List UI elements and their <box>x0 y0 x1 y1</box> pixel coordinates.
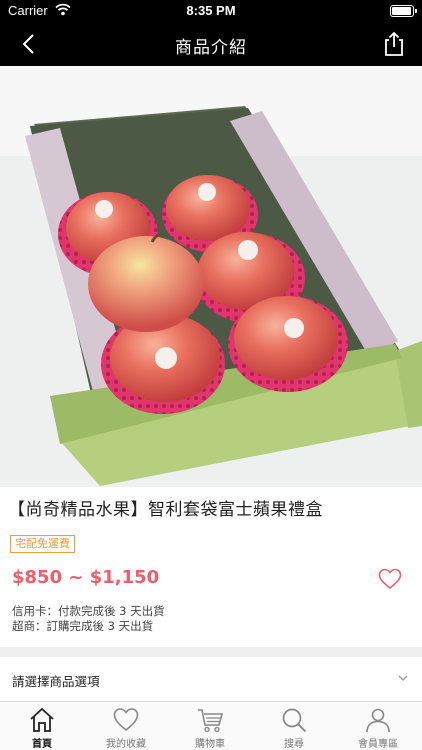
share-icon[interactable] <box>380 30 408 58</box>
nav-bar: 商品介紹 <box>0 22 422 66</box>
price-range: $850 ~ $1,150 <box>12 567 160 588</box>
tab-member[interactable]: 會員專區 <box>336 706 420 750</box>
free-shipping-badge: 宅配免運費 <box>10 535 75 553</box>
status-time: 8:35 PM <box>186 3 236 18</box>
product-options-selector[interactable]: 請選擇商品選項 <box>0 657 422 701</box>
tab-favorites[interactable]: 我的收藏 <box>84 706 168 750</box>
tab-label-search: 搜尋 <box>284 739 304 750</box>
shipping-note-credit: 信用卡：付款完成後 3 天出貨 <box>12 604 165 618</box>
home-icon <box>30 707 54 732</box>
user-icon <box>366 708 390 733</box>
cart-icon <box>198 709 224 733</box>
chevron-down-icon <box>398 675 408 681</box>
tab-bar: 首頁 我的收藏 購物車 搜尋 會員專區 <box>0 701 422 750</box>
tab-label-member: 會員專區 <box>358 739 398 750</box>
section-divider <box>0 647 422 657</box>
favorite-heart-icon[interactable] <box>378 568 402 590</box>
shipping-note-store: 超商：訂購完成後 3 天出貨 <box>12 619 154 633</box>
tab-label-cart: 購物車 <box>195 739 225 750</box>
heart-icon <box>113 708 139 732</box>
tab-label-home: 首頁 <box>32 739 52 750</box>
options-label: 請選擇商品選項 <box>12 674 100 689</box>
status-bar: Carrier 8:35 PM <box>0 0 422 22</box>
product-title: 【尚奇精品水果】智利套袋富士蘋果禮盒 <box>8 500 323 520</box>
page-title: 商品介紹 <box>175 38 247 58</box>
search-icon <box>282 708 307 733</box>
tab-search[interactable]: 搜尋 <box>252 706 336 750</box>
tab-cart[interactable]: 購物車 <box>168 706 252 750</box>
battery-icon <box>390 5 417 17</box>
product-image[interactable] <box>0 66 422 487</box>
tab-label-favorites: 我的收藏 <box>106 739 146 750</box>
tab-home[interactable]: 首頁 <box>0 706 84 750</box>
